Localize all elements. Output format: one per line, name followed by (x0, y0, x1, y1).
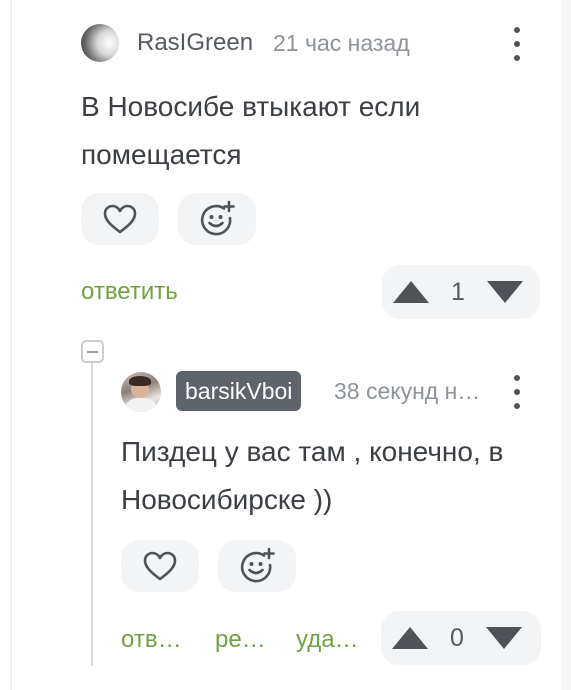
heart-icon (103, 204, 137, 234)
comment-text: Пиздец у вас там , конечно, в Новосибирс… (121, 436, 504, 515)
kebab-dot-icon (514, 41, 520, 47)
rating-control: 0 (381, 611, 541, 665)
left-rail (10, 0, 12, 690)
kebab-dot-icon (514, 55, 520, 61)
avatar-body-shape (125, 398, 157, 412)
kebab-dot-icon (514, 375, 520, 381)
kebab-dot-icon (514, 27, 520, 33)
avatar[interactable] (121, 372, 161, 412)
upvote-button[interactable] (382, 265, 440, 319)
like-button[interactable] (121, 540, 199, 592)
rating-count: 1 (451, 277, 465, 306)
upvote-button[interactable] (381, 611, 439, 665)
reply-link[interactable]: ответить (81, 278, 178, 306)
downvote-button[interactable] (475, 611, 533, 665)
avatar[interactable] (81, 24, 119, 62)
heart-icon (143, 551, 177, 581)
rating-count: 0 (450, 623, 464, 652)
comment-author[interactable]: RasIGreen (137, 29, 253, 57)
kebab-dot-icon (514, 403, 520, 409)
reply-link[interactable]: отв… (121, 626, 182, 654)
triangle-down-icon (487, 281, 523, 303)
add-reaction-button[interactable] (178, 193, 256, 245)
more-options-button[interactable] (513, 375, 521, 409)
comment-timestamp[interactable]: 21 час назад (273, 29, 410, 57)
triangle-up-icon (392, 627, 428, 649)
kebab-dot-icon (514, 389, 520, 395)
rating-control: 1 (382, 265, 540, 319)
avatar-hair-shape (129, 376, 151, 386)
triangle-up-icon (393, 281, 429, 303)
comment-text: В Новосибе втыкают если помещается (81, 91, 421, 170)
more-options-button[interactable] (513, 27, 521, 61)
comment-timestamp[interactable]: 38 секунд н… (334, 377, 496, 405)
delete-link[interactable]: уда… (296, 626, 359, 654)
like-button[interactable] (81, 193, 159, 245)
emoji-add-icon (200, 200, 235, 236)
collapse-thread-button[interactable] (81, 340, 104, 363)
thread-line[interactable] (91, 363, 93, 666)
right-edge-strip (561, 0, 571, 690)
emoji-add-icon (240, 547, 275, 583)
downvote-button[interactable] (476, 265, 534, 319)
triangle-down-icon (486, 627, 522, 649)
comment-author-badge[interactable]: barsikVboi (176, 371, 302, 411)
edit-link[interactable]: ре… (215, 626, 266, 654)
add-reaction-button[interactable] (218, 540, 296, 592)
